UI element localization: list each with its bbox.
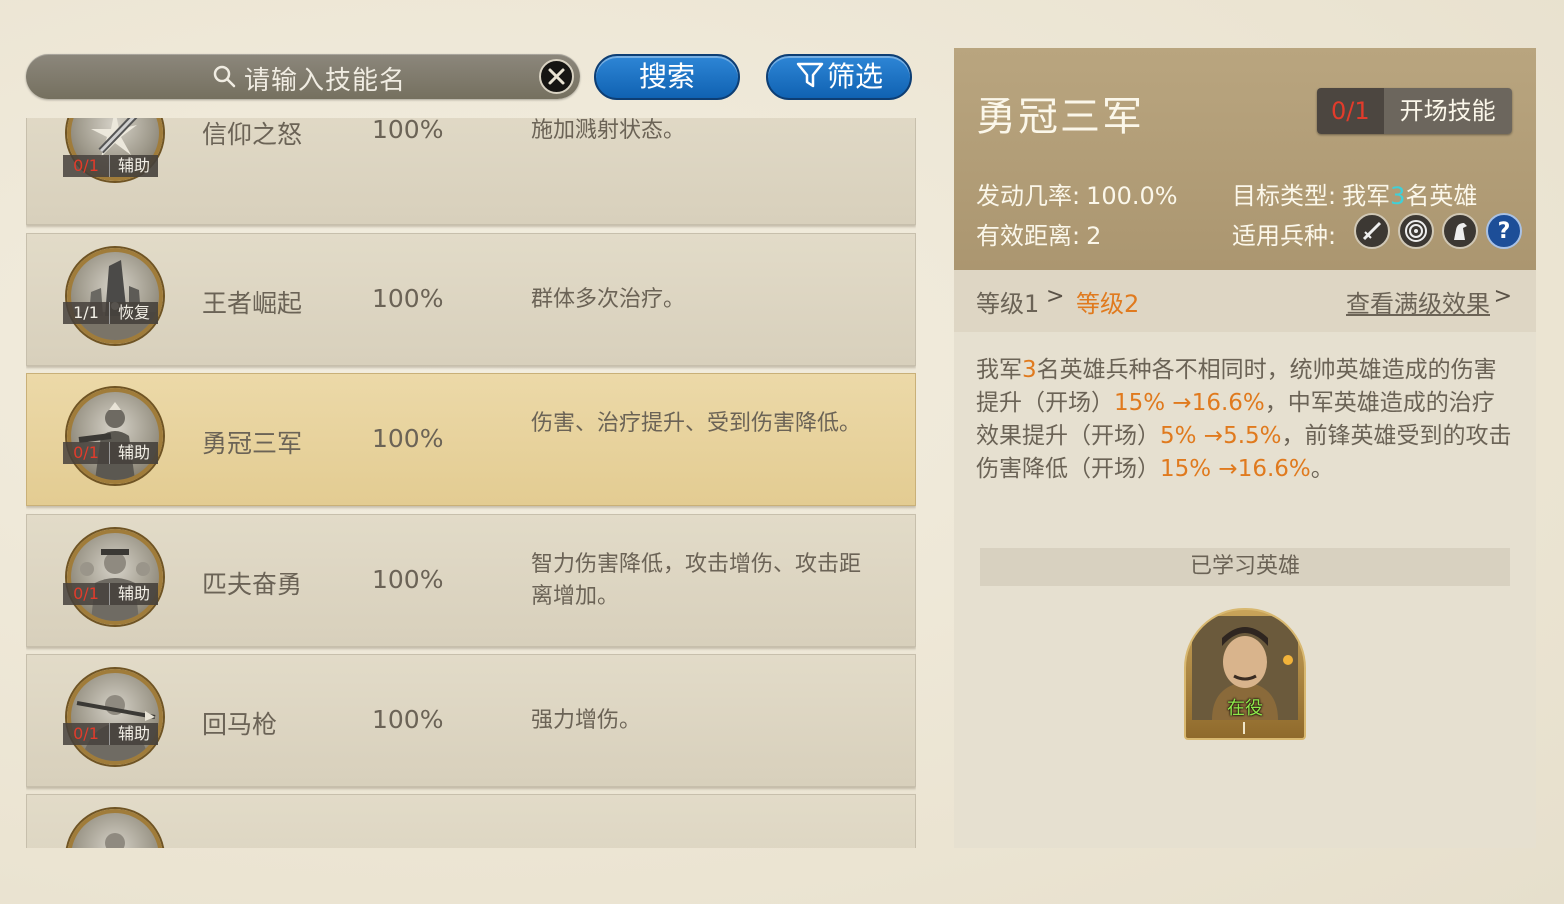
troop-type: 适用兵种:: [1232, 216, 1342, 251]
skill-desc: 群体多次治疗。: [531, 287, 686, 312]
hero-status: 在役: [1227, 698, 1263, 719]
skill-badge: 0/1 辅助: [63, 583, 159, 605]
warrior-icon: [78, 402, 135, 480]
skill-row[interactable]: 0/1 辅助 信仰之怒 100% 施加溅射状态。: [26, 118, 916, 225]
skill-chance: 100%: [372, 284, 444, 313]
skill-count: 1/1: [63, 302, 109, 324]
skill-type: 辅助: [109, 442, 159, 464]
skill-badge: 1/1 恢复: [63, 302, 159, 324]
filter-icon: [796, 62, 824, 88]
skill-name: 回马枪: [202, 710, 278, 739]
skill-count: 0/1: [63, 442, 109, 464]
skill-list[interactable]: 0/1 辅助 信仰之怒 100% 施加溅射状态。 1/1 恢复 王者崛起 100…: [26, 118, 916, 848]
sword-icon: [1354, 213, 1390, 249]
skill-row[interactable]: 0/1 辅助 回马枪 100% 强力增伤。: [26, 654, 916, 787]
skill-chance: 100%: [372, 424, 444, 453]
skill-name: 勇冠三军: [202, 429, 303, 458]
skill-row[interactable]: 1/1 恢复 王者崛起 100% 群体多次治疗。: [26, 233, 916, 366]
range-value: 2: [1086, 222, 1102, 250]
level-bar: 等级1 > 等级2 查看满级效果 >: [954, 270, 1536, 332]
skill-type: 恢复: [109, 302, 159, 324]
skill-badge: 0/1 辅助: [63, 723, 159, 745]
skill-desc: 智力伤害降低，攻击增伤、攻击距离增加。: [531, 552, 862, 609]
skill-type: 辅助: [109, 723, 159, 745]
skill-icon: [67, 248, 163, 344]
trigger-rate: 发动几率: 100.0%: [976, 176, 1178, 211]
hero-avatar[interactable]: 在役: [1184, 608, 1306, 740]
skill-tag: 0/1 开场技能: [1317, 88, 1512, 134]
tag-count: 0/1: [1317, 88, 1384, 134]
chevron-right-icon: >: [1046, 284, 1065, 309]
skill-icon: [67, 529, 163, 625]
effect-value: 3: [1022, 357, 1037, 383]
search-input[interactable]: 请输入技能名: [26, 54, 580, 99]
detail-header: 勇冠三军 0/1 开场技能 发动几率: 100.0% 有效距离: 2 目标类型: 我军…: [954, 48, 1536, 270]
skill-row[interactable]: 0/1 辅助 匹夫奋勇 100% 智力伤害降低，攻击增伤、攻击距离增加。: [26, 514, 916, 647]
skill-chance: 100%: [372, 705, 444, 734]
skill-count: 0/1: [63, 583, 109, 605]
level-next: 等级2: [1076, 290, 1140, 318]
learned-heroes-header: 已学习英雄: [980, 548, 1510, 586]
effect-text: 我军: [976, 357, 1022, 383]
skill-name: 匹夫奋勇: [202, 570, 303, 599]
skill-desc: 施加溅射状态。: [531, 118, 686, 143]
target-type: 目标类型: 我军3名英雄: [1232, 176, 1477, 211]
monument-icon: [71, 260, 159, 340]
horseman-spear-icon: [76, 695, 156, 761]
trigger-label: 发动几率:: [976, 182, 1081, 210]
skill-desc: 强力增伤。: [531, 708, 642, 733]
close-icon: [548, 68, 565, 85]
question-icon[interactable]: ?: [1486, 213, 1522, 249]
horse-icon: [1442, 213, 1478, 249]
skill-chance: 100%: [372, 565, 444, 594]
soldier-icon: [105, 833, 125, 848]
effect-value: 15% →16.6%: [1160, 456, 1311, 482]
skill-icon: [67, 809, 163, 848]
skill-badge: 0/1 辅助: [63, 442, 159, 464]
skill-row-selected[interactable]: 0/1 辅助 勇冠三军 100% 伤害、治疗提升、受到伤害降低。: [26, 373, 916, 506]
effect-text: 。: [1310, 456, 1334, 482]
hero-divider: [1243, 722, 1245, 734]
search-button-label: 搜索: [638, 60, 695, 93]
skill-effect-text: 我军3名英雄兵种各不相同时，统帅英雄造成的伤害提升（开场）15% →16.6%，…: [976, 354, 1516, 486]
skill-icon: [67, 669, 163, 765]
skill-name: 信仰之怒: [202, 120, 303, 149]
brawler-icon: [80, 549, 150, 621]
skill-type: 辅助: [109, 155, 159, 177]
effective-range: 有效距离: 2: [976, 216, 1101, 251]
tag-label: 开场技能: [1383, 88, 1512, 134]
skill-row-partial[interactable]: [26, 794, 916, 848]
skill-badge: 0/1 辅助: [63, 155, 159, 177]
skill-count: 0/1: [63, 155, 109, 177]
filter-button[interactable]: 筛选: [766, 54, 912, 100]
troop-icons: ?: [1354, 213, 1522, 249]
effect-value: 15% →16.6%: [1114, 390, 1265, 416]
skill-chance: 100%: [372, 118, 444, 144]
clear-button[interactable]: [539, 59, 574, 94]
target-pre: 我军: [1342, 182, 1391, 210]
search-icon: [213, 65, 236, 88]
effect-value: 5% →5.5%: [1160, 423, 1282, 449]
range-label: 有效距离:: [976, 222, 1081, 250]
skill-desc: 伤害、治疗提升、受到伤害降低。: [531, 411, 862, 436]
skill-detail-panel: 勇冠三军 0/1 开场技能 发动几率: 100.0% 有效距离: 2 目标类型: 我军…: [954, 48, 1536, 848]
search-placeholder: 请输入技能名: [244, 66, 407, 96]
target-num: 3: [1390, 182, 1406, 210]
search-button[interactable]: 搜索: [594, 54, 740, 100]
view-max-level-link[interactable]: 查看满级效果: [1346, 284, 1490, 319]
target-label: 目标类型:: [1232, 182, 1337, 210]
skill-name: 王者崛起: [202, 289, 303, 318]
troop-label: 适用兵种:: [1232, 222, 1337, 250]
level-current: 等级1: [976, 290, 1040, 318]
trigger-value: 100.0%: [1086, 182, 1178, 210]
target-icon: [1398, 213, 1434, 249]
target-post: 名英雄: [1405, 182, 1478, 210]
skill-count: 0/1: [63, 723, 109, 745]
skill-title: 勇冠三军: [976, 94, 1144, 140]
chevron-right-icon: >: [1493, 284, 1512, 309]
skill-type: 辅助: [109, 583, 159, 605]
skill-icon: [67, 388, 163, 484]
filter-button-label: 筛选: [826, 60, 883, 93]
